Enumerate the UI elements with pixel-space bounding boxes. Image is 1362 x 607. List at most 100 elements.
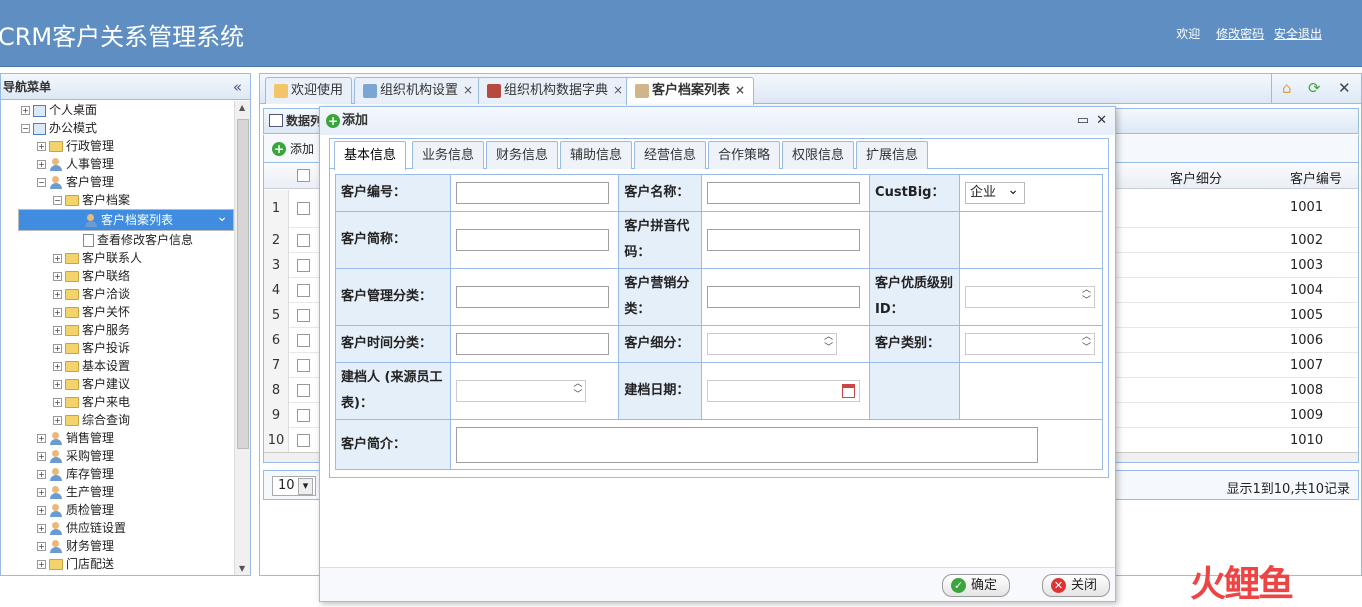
tab-business-info[interactable]: 业务信息	[412, 141, 485, 169]
cust-time-class-input[interactable]	[456, 333, 610, 355]
expand-icon[interactable]: +	[21, 106, 30, 115]
scroll-thumb[interactable]	[237, 119, 249, 449]
cust-detail-spinner[interactable]	[707, 332, 838, 355]
expand-icon[interactable]: +	[53, 344, 62, 353]
row-checkbox[interactable]	[297, 284, 310, 297]
expand-icon[interactable]: +	[53, 254, 62, 263]
tab-aux-info[interactable]: 辅助信息	[560, 141, 633, 169]
expand-icon[interactable]: +	[37, 506, 46, 515]
row-checkbox[interactable]	[297, 409, 310, 422]
expand-icon[interactable]: +	[53, 290, 62, 299]
page-size-select[interactable]: 10	[272, 476, 316, 496]
expand-icon[interactable]: +	[37, 470, 46, 479]
tree-node-store-delivery[interactable]: + 门店配送	[1, 555, 234, 571]
collapse-icon[interactable]: «	[233, 74, 242, 100]
tab-extension-info[interactable]: 扩展信息	[856, 141, 929, 169]
expand-icon[interactable]: +	[37, 142, 46, 151]
expand-icon[interactable]: +	[53, 326, 62, 335]
tree-node-customer-list[interactable]: 客户档案列表	[18, 207, 234, 231]
tab-customer-list[interactable]: 客户档案列表 ×	[626, 77, 755, 105]
tree-node-sales[interactable]: + 销售管理	[1, 429, 234, 447]
create-date-input[interactable]	[707, 380, 861, 402]
tab-basic-info[interactable]: 基本信息	[334, 141, 407, 170]
select-all-checkbox[interactable]	[297, 169, 310, 182]
tab-cooperation[interactable]: 合作策略	[708, 141, 781, 169]
ok-button[interactable]: ✓ 确定	[942, 574, 1011, 597]
tree-node-admin[interactable]: + 行政管理	[1, 137, 234, 155]
expand-icon[interactable]: +	[37, 524, 46, 533]
tree-node-care[interactable]: + 客户关怀	[1, 303, 234, 321]
row-checkbox[interactable]	[297, 384, 310, 397]
refresh-icon[interactable]: ⟳	[1308, 79, 1321, 97]
logout-link[interactable]: 安全退出	[1274, 27, 1322, 41]
tree-node-contacts[interactable]: + 客户联系人	[1, 249, 234, 267]
tree-node-quality[interactable]: + 质检管理	[1, 501, 234, 519]
tab-welcome[interactable]: 欢迎使用	[265, 77, 353, 104]
row-checkbox[interactable]	[297, 259, 310, 272]
row-checkbox[interactable]	[297, 234, 310, 247]
tree-node-finance[interactable]: + 财务管理	[1, 537, 234, 555]
collapse-node-icon[interactable]: −	[37, 178, 46, 187]
cust-mkt-class-input[interactable]	[707, 286, 861, 308]
row-checkbox[interactable]	[297, 359, 310, 372]
close-icon[interactable]: ×	[735, 83, 745, 97]
change-password-link[interactable]: 修改密码	[1216, 27, 1264, 41]
close-icon[interactable]: ✕	[1338, 79, 1351, 97]
collapse-node-icon[interactable]: −	[53, 196, 62, 205]
close-button[interactable]: ✕ 关闭	[1042, 574, 1111, 597]
expand-icon[interactable]: +	[53, 380, 62, 389]
tree-node-customer-mgmt[interactable]: − 客户管理	[1, 173, 234, 191]
close-icon[interactable]: ✕	[1096, 107, 1107, 135]
nav-scrollbar[interactable]: ▲ ▼	[234, 101, 250, 575]
tree-node-basic-settings[interactable]: + 基本设置	[1, 357, 234, 375]
close-icon[interactable]: ×	[613, 83, 623, 97]
tab-org-settings[interactable]: 组织机构设置 ×	[354, 77, 483, 104]
home-icon[interactable]: ⌂	[1282, 79, 1292, 97]
expand-icon[interactable]: +	[37, 542, 46, 551]
cust-mgmt-class-input[interactable]	[456, 286, 610, 308]
tab-permission-info[interactable]: 权限信息	[782, 141, 855, 169]
tree-node-office[interactable]: − 办公模式	[1, 119, 234, 137]
collapse-node-icon[interactable]: −	[21, 124, 30, 133]
add-button[interactable]: 添加	[272, 135, 314, 163]
tree-node-customer-archive[interactable]: − 客户档案	[1, 191, 234, 209]
tree-node-suggestion[interactable]: + 客户建议	[1, 375, 234, 393]
expand-icon[interactable]: +	[37, 488, 46, 497]
tree-node-hr[interactable]: + 人事管理	[1, 155, 234, 173]
row-checkbox[interactable]	[297, 434, 310, 447]
row-checkbox[interactable]	[297, 334, 310, 347]
tree-node-purchase[interactable]: + 采购管理	[1, 447, 234, 465]
scroll-up-icon[interactable]: ▲	[239, 103, 245, 112]
tab-operation-info[interactable]: 经营信息	[634, 141, 707, 169]
cust-pinyin-input[interactable]	[707, 229, 861, 251]
row-checkbox[interactable]	[297, 309, 310, 322]
cust-type-spinner[interactable]	[964, 332, 1095, 355]
expand-icon[interactable]: +	[53, 398, 62, 407]
tree-node-desktop[interactable]: + 个人桌面	[1, 101, 234, 119]
expand-icon[interactable]: +	[37, 434, 46, 443]
scroll-down-icon[interactable]: ▼	[239, 564, 245, 573]
row-checkbox[interactable]	[297, 202, 310, 215]
expand-icon[interactable]: +	[53, 416, 62, 425]
tab-org-dictionary[interactable]: 组织机构数据字典 ×	[478, 77, 633, 104]
cust-name-input[interactable]	[707, 182, 861, 204]
tree-node-service[interactable]: + 客户服务	[1, 321, 234, 339]
expand-icon[interactable]: +	[37, 560, 46, 569]
cust-intro-textarea[interactable]	[456, 426, 1039, 463]
tree-node-production[interactable]: + 生产管理	[1, 483, 234, 501]
cust-no-input[interactable]	[456, 182, 610, 204]
creator-spinner[interactable]	[456, 379, 587, 402]
tree-node-calls[interactable]: + 客户来电	[1, 393, 234, 411]
calendar-icon[interactable]	[842, 384, 856, 398]
maximize-icon[interactable]: ▭	[1077, 107, 1089, 135]
tree-node-liaison[interactable]: + 客户联络	[1, 267, 234, 285]
close-icon[interactable]: ×	[463, 83, 473, 97]
cust-short-input[interactable]	[456, 229, 610, 251]
custbig-select[interactable]: 企业	[964, 180, 1025, 204]
tree-node-negotiation[interactable]: + 客户洽谈	[1, 285, 234, 303]
tree-node-complaint[interactable]: + 客户投诉	[1, 339, 234, 357]
col-header-cust-detail[interactable]: 客户细分	[1170, 168, 1222, 187]
expand-icon[interactable]: +	[37, 160, 46, 169]
tab-finance-info[interactable]: 财务信息	[486, 141, 559, 169]
tree-node-inventory[interactable]: + 库存管理	[1, 465, 234, 483]
